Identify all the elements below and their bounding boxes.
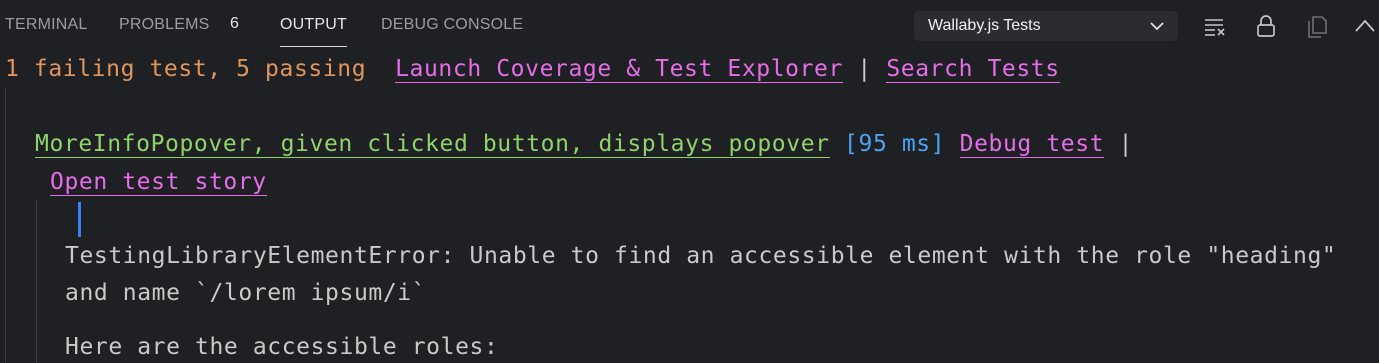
test-duration: [95 ms] — [844, 131, 946, 157]
output-channel-select[interactable]: Wallaby.js Tests — [914, 11, 1178, 41]
panel-tab-bar: TERMINAL PROBLEMS 6 OUTPUT DEBUG CONSOLE… — [0, 0, 1379, 50]
tab-problems[interactable]: PROBLEMS — [119, 16, 210, 34]
output-content: 1 failing test, 5 passing Launch Coverag… — [0, 50, 1379, 363]
problems-count-badge: 6 — [230, 15, 239, 32]
test-story-line: Open test story — [50, 169, 267, 196]
test-name[interactable]: MoreInfoPopover, given clicked button, d… — [35, 131, 830, 158]
error-message-line: Here are the accessible roles: — [65, 334, 499, 360]
summary-line: 1 failing test, 5 passing Launch Coverag… — [5, 56, 1060, 83]
launch-coverage-link[interactable]: Launch Coverage & Test Explorer — [395, 56, 843, 83]
text-cursor — [78, 202, 81, 237]
debug-test-link[interactable]: Debug test — [959, 131, 1105, 158]
output-panel: TERMINAL PROBLEMS 6 OUTPUT DEBUG CONSOLE… — [0, 0, 1379, 363]
chevron-up-icon[interactable] — [1352, 13, 1378, 39]
error-message-line: TestingLibraryElementError: Unable to fi… — [65, 243, 1337, 269]
chevron-down-icon — [1148, 17, 1166, 40]
copy-icon[interactable] — [1304, 13, 1330, 39]
test-result-line: MoreInfoPopover, given clicked button, d… — [35, 131, 1134, 158]
test-summary: 1 failing test, 5 passing — [5, 56, 367, 82]
indent-guide — [36, 200, 37, 363]
tab-debug-console[interactable]: DEBUG CONSOLE — [381, 16, 523, 34]
separator: | — [1118, 131, 1134, 157]
lock-icon[interactable] — [1253, 13, 1279, 39]
search-tests-link[interactable]: Search Tests — [886, 56, 1060, 83]
tab-terminal[interactable]: TERMINAL — [5, 16, 88, 34]
open-test-story-link[interactable]: Open test story — [50, 169, 267, 196]
tab-output[interactable]: OUTPUT — [280, 16, 347, 47]
clear-output-icon[interactable] — [1202, 13, 1228, 39]
output-channel-selected: Wallaby.js Tests — [928, 17, 1041, 34]
indent-guide — [5, 87, 6, 363]
separator: | — [857, 56, 872, 82]
error-message-line: and name `/lorem ipsum/i` — [65, 280, 427, 306]
